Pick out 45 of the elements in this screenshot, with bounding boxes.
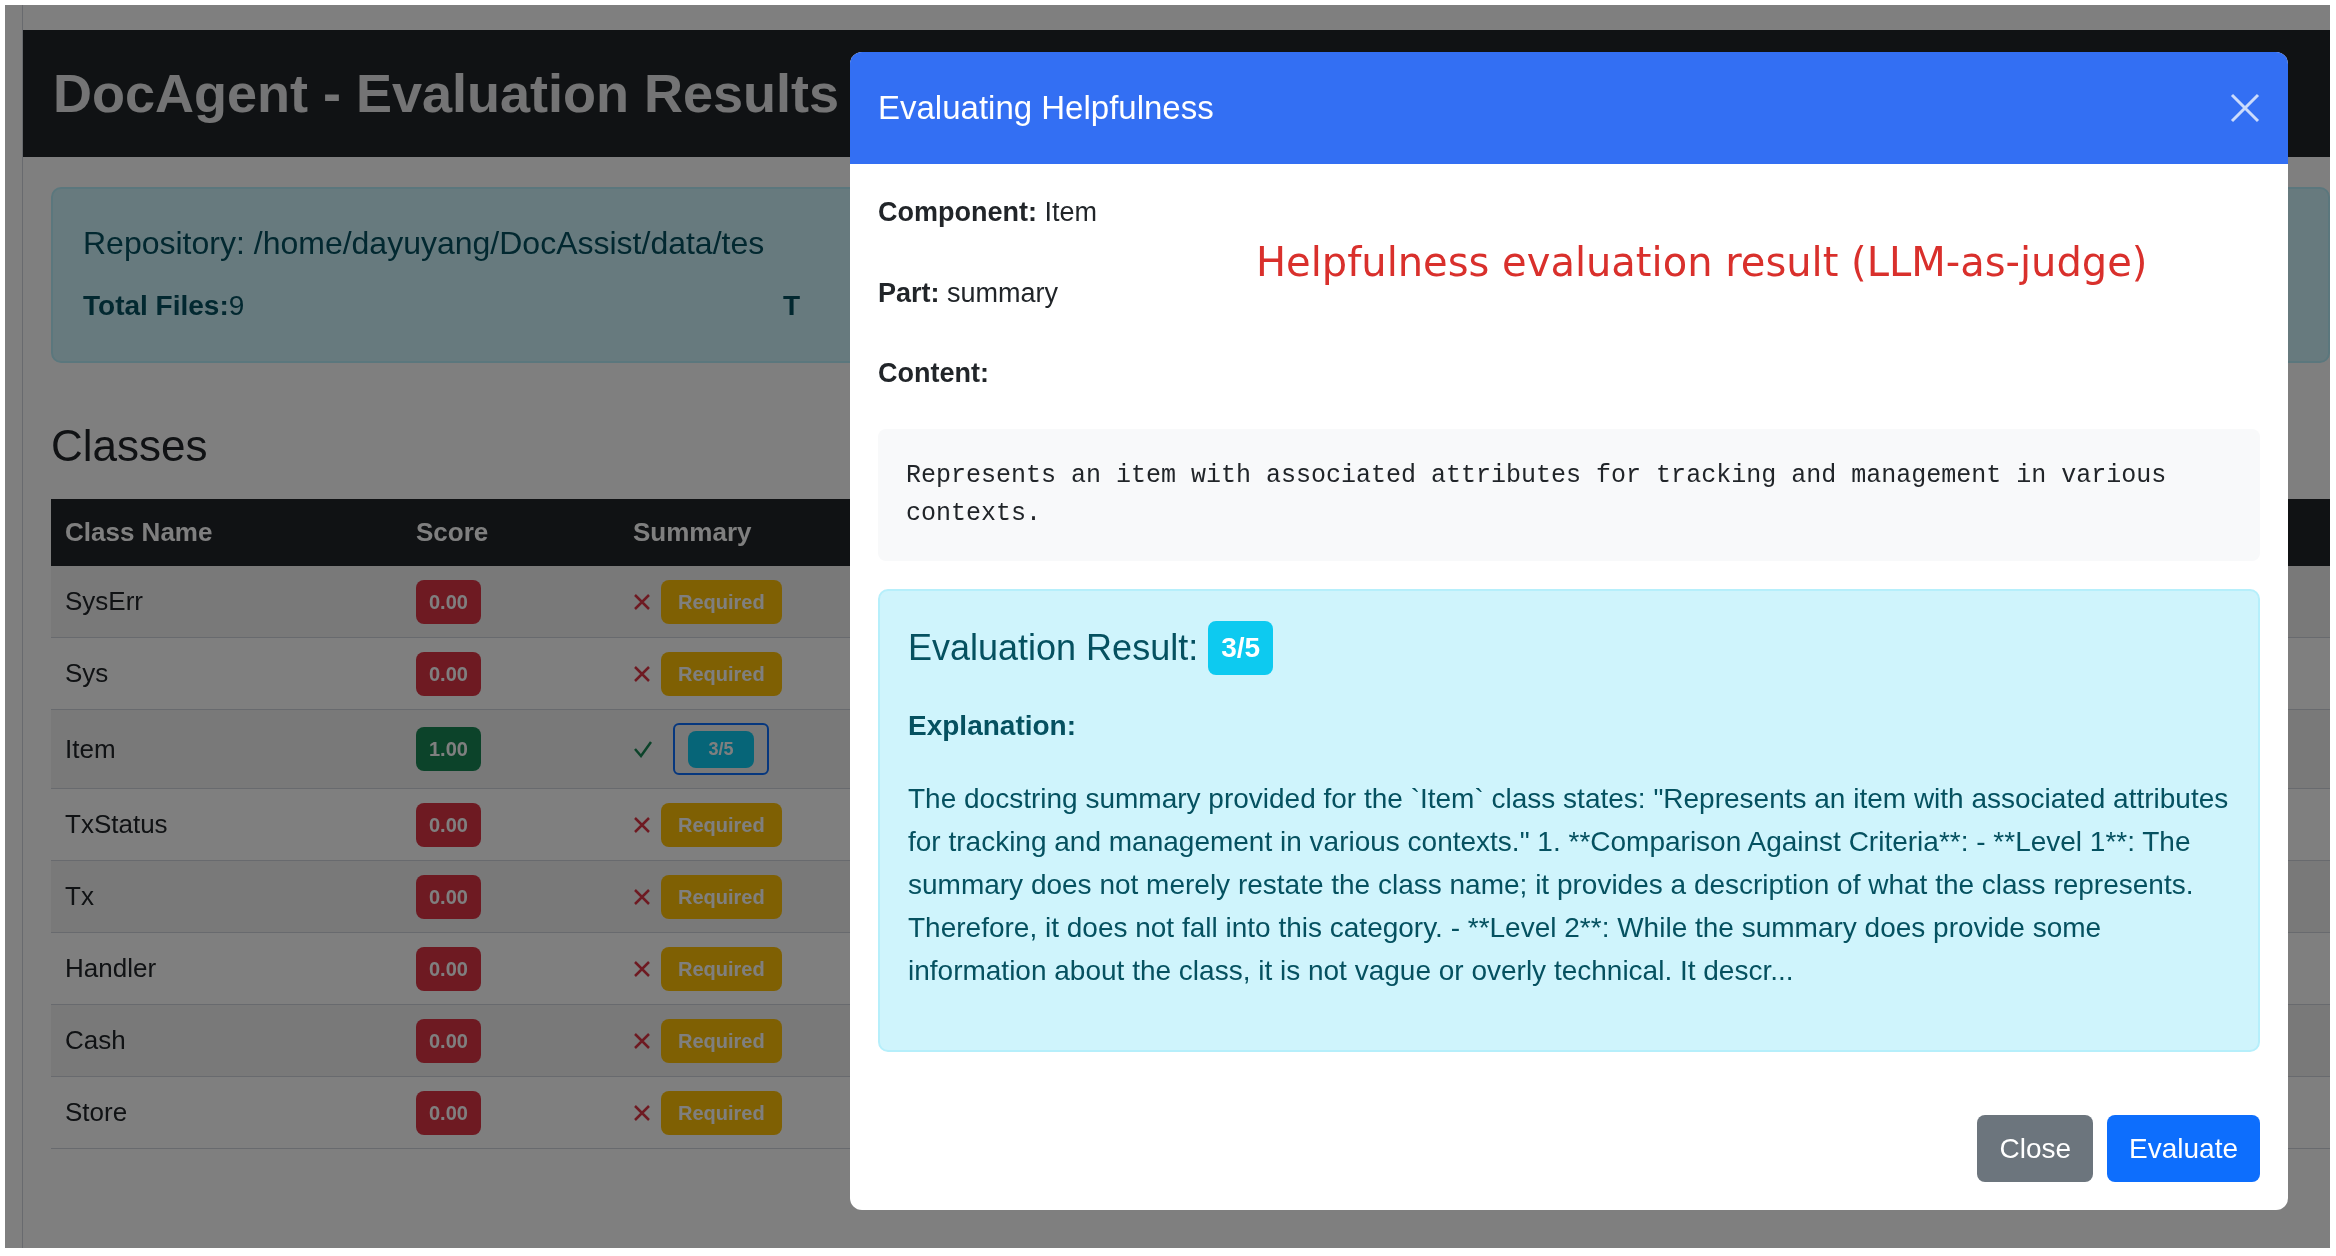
- result-heading: Evaluation Result:: [908, 625, 1199, 670]
- class-name: Tx: [65, 881, 94, 911]
- section-title: Classes: [51, 420, 208, 472]
- class-name: TxStatus: [65, 809, 168, 839]
- evaluate-button[interactable]: Evaluate: [2107, 1115, 2260, 1182]
- class-name: Store: [65, 1097, 128, 1127]
- score-badge: 0.00: [416, 579, 481, 624]
- score-badge: 0.00: [416, 802, 481, 847]
- field-label: Content:: [878, 357, 989, 390]
- score-badge: 0.00: [416, 946, 481, 991]
- required-badge: Required: [661, 651, 782, 696]
- field-label: Component: Item: [878, 196, 1097, 229]
- class-name: Handler: [65, 953, 157, 983]
- explanation-label: Explanation:: [908, 708, 1076, 743]
- class-name: Cash: [65, 1025, 126, 1055]
- stat-label: Total Files:9: [83, 289, 246, 323]
- score-badge: 0.00: [416, 651, 481, 696]
- modal-title: Evaluating Helpfulness: [878, 88, 1214, 129]
- required-badge: Required: [661, 579, 782, 624]
- score-badge: 3/5: [688, 730, 754, 768]
- score-badge: 0.00: [416, 1090, 481, 1135]
- required-badge: Required: [661, 946, 782, 991]
- stat-label: T: [783, 289, 801, 323]
- column-header: Class Name: [65, 517, 213, 547]
- field-label: Part: summary: [878, 276, 1059, 310]
- class-name: Item: [65, 733, 116, 764]
- repository-path: Repository: /home/dayuyang/DocAssist/data/tes: [83, 224, 765, 263]
- column-header: Summary: [633, 517, 752, 547]
- score-badge: 3/5: [1208, 620, 1274, 675]
- explanation-text: The docstring summary provided for the `Item` class states: "Represents an item with associated attributes for tracking and management in various contexts." 1. **Comparison Against Criteria**: - **Level 1**: The summary does not merely restate the class name; it provides a description of what the class represents. Therefore, it does not fall into this category. - **Level 2**: While the summary does provide some information about the class, it is not vague or overly technical. It descr...: [908, 781, 2230, 988]
- class-name: Sys: [65, 658, 109, 688]
- score-badge: 0.00: [416, 874, 481, 919]
- page-title: DocAgent - Evaluation Results: [53, 62, 840, 125]
- required-badge: Required: [661, 1018, 782, 1063]
- annotation-text: Helpfulness evaluation result (LLM-as-judge): [1256, 238, 2148, 287]
- score-badge: 0.00: [416, 1018, 481, 1063]
- required-badge: Required: [661, 802, 782, 847]
- column-header: Score: [416, 517, 489, 547]
- score-badge: 1.00: [416, 727, 481, 771]
- content-block: Represents an item with associated attributes for tracking and management in various contexts.: [878, 428, 2260, 561]
- class-name: SysErr: [65, 586, 143, 616]
- required-badge: Required: [661, 874, 782, 919]
- required-badge: Required: [661, 1090, 782, 1135]
- close-icon[interactable]: [2230, 93, 2260, 123]
- close-button[interactable]: Close: [1977, 1115, 2094, 1182]
